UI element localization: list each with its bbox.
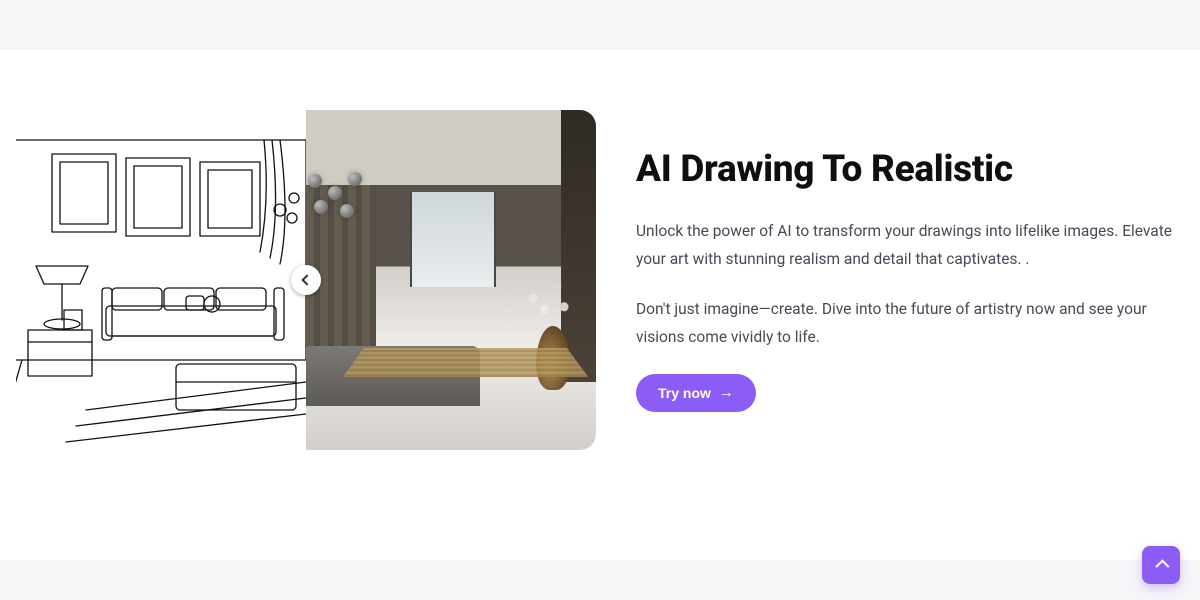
sketch-living-room-illustration: [16, 110, 306, 450]
slider-handle[interactable]: [291, 265, 321, 295]
hero-title: AI Drawing To Realistic: [636, 148, 1176, 192]
chevron-right-icon: [301, 274, 312, 285]
arrow-right-icon: →: [719, 385, 734, 400]
hero-content: AI Drawing To Realistic Unlock the power…: [636, 148, 1184, 412]
sketch-panel: [16, 110, 306, 450]
scroll-to-top-button[interactable]: [1142, 546, 1180, 584]
hero-section: AI Drawing To Realistic Unlock the power…: [0, 50, 1200, 450]
hero-paragraph-2: Don't just imagine—create. Dive into the…: [636, 296, 1176, 352]
chevron-up-icon: [1155, 559, 1169, 573]
bottom-spacer-band: [0, 560, 1200, 600]
try-now-label: Try now: [658, 385, 711, 401]
top-spacer-band: [0, 0, 1200, 50]
try-now-button[interactable]: Try now →: [636, 374, 756, 412]
before-after-slider[interactable]: [16, 110, 596, 450]
floral-arrangement: [522, 276, 578, 332]
realistic-sofa: [306, 346, 480, 406]
hero-paragraph-1: Unlock the power of AI to transform your…: [636, 218, 1176, 274]
realistic-panel: [306, 110, 596, 450]
sphere-chandelier: [306, 170, 380, 230]
